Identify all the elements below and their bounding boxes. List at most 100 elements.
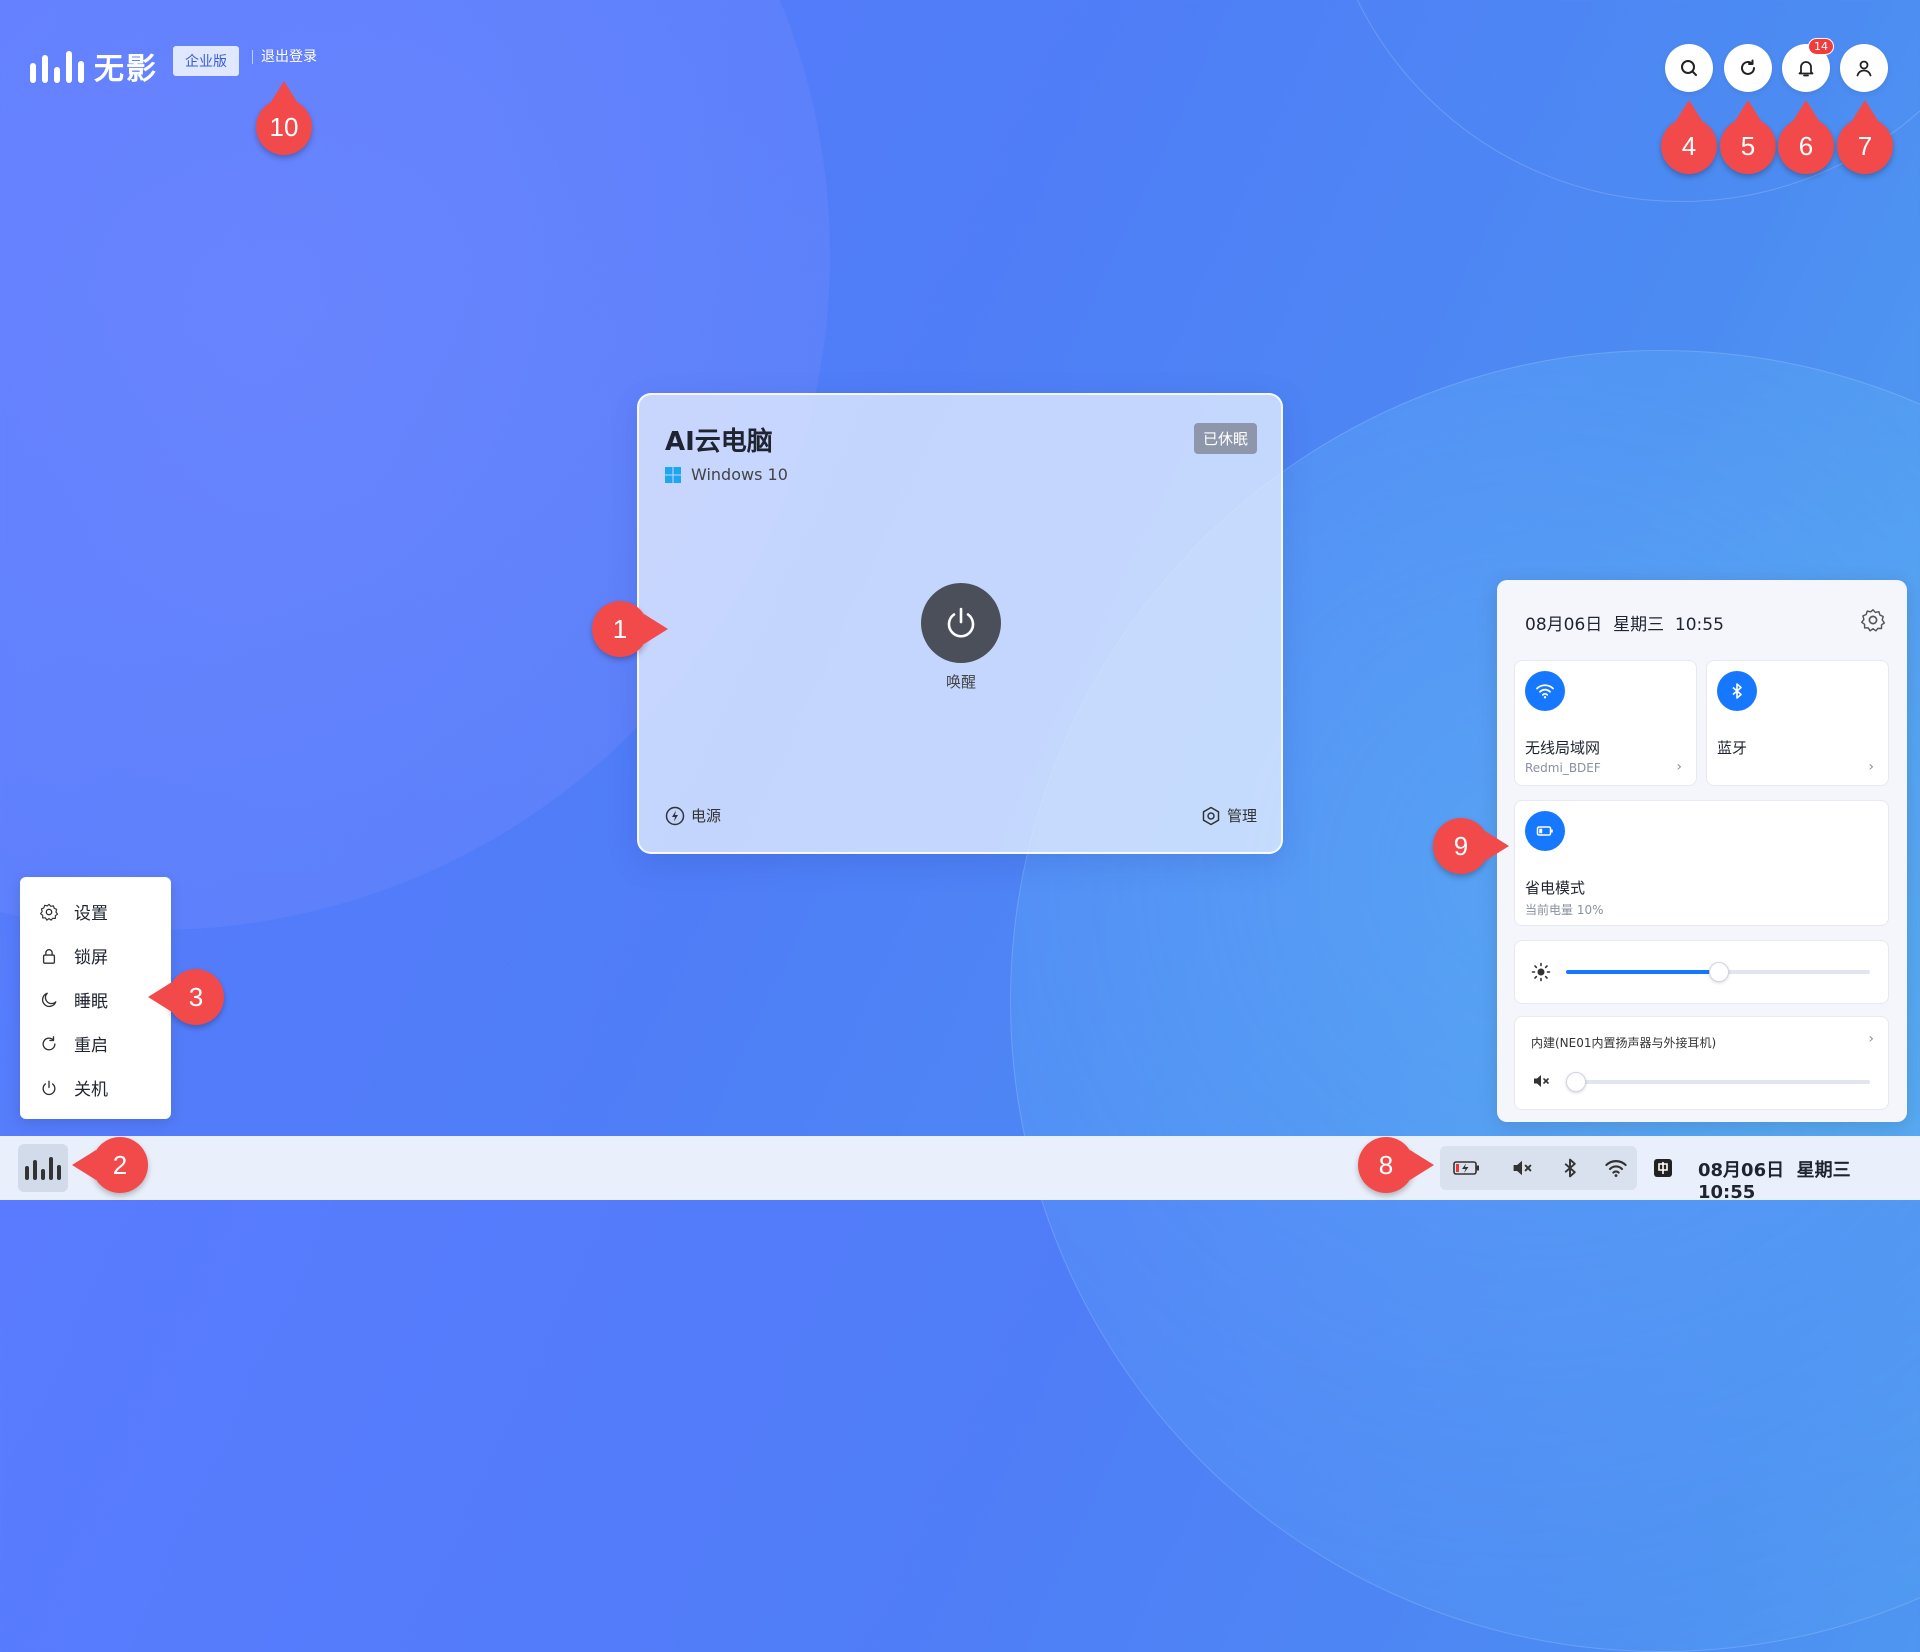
audio-tile: 内建(NE01内置扬声器与外接耳机) › (1514, 1016, 1889, 1110)
marker-number: 9 (1453, 830, 1469, 861)
marker-number: 5 (1740, 130, 1756, 161)
menu-item-shutdown[interactable]: 关机 (40, 1075, 108, 1100)
panel-datetime: 08月06日 星期三 10:55 (1525, 610, 1724, 635)
power-saving-toggle[interactable] (1525, 811, 1565, 851)
windows-icon (665, 466, 681, 483)
logo-mark-icon (30, 49, 84, 83)
brightness-thumb[interactable] (1709, 962, 1729, 982)
annotation-marker-5: 5 (1720, 100, 1776, 174)
wifi-tile[interactable]: 无线局域网 Redmi_BDEF › (1514, 660, 1697, 786)
annotation-marker-7: 7 (1837, 100, 1893, 174)
card-title: AI云电脑 (665, 427, 773, 457)
taskbar-clock[interactable]: 08月06日 星期三 10:55 (1698, 1156, 1920, 1203)
mute-icon[interactable] (1510, 1156, 1534, 1180)
panel-weekday: 星期三 (1613, 615, 1665, 635)
bluetooth-icon (1732, 683, 1742, 699)
bluetooth-tile[interactable]: 蓝牙 › (1706, 660, 1889, 786)
power-icon (42, 1080, 56, 1095)
wifi-network: Redmi_BDEF (1525, 761, 1601, 775)
volume-thumb[interactable] (1566, 1072, 1586, 1092)
power-saving-tile[interactable]: 省电模式 当前电量 10% (1514, 800, 1889, 926)
taskbar: 08月06日 星期三 10:55 (0, 1136, 1920, 1203)
menu-label-restart: 重启 (74, 1036, 108, 1056)
edition-badge: 企业版 (173, 46, 239, 76)
status-badge: 已休眠 (1193, 423, 1257, 454)
brightness-fill (1566, 970, 1718, 974)
annotation-marker-1: 1 (592, 601, 668, 657)
chevron-right-icon: › (1868, 759, 1874, 775)
logo-mark-icon (25, 1156, 61, 1180)
brightness-slider[interactable] (1566, 962, 1870, 982)
wake-button[interactable] (921, 583, 1001, 663)
brightness-tile (1514, 940, 1889, 1004)
marker-number: 10 (269, 111, 299, 142)
annotation-marker-4: 4 (1661, 100, 1717, 174)
wifi-icon (1536, 684, 1554, 699)
panel-date: 08月06日 (1525, 615, 1603, 635)
marker-number: 8 (1378, 1149, 1394, 1180)
input-method-icon[interactable] (1653, 1158, 1673, 1178)
power-menu-button[interactable]: 电源 (665, 805, 721, 826)
power-menu-label: 电源 (691, 807, 722, 825)
refresh-icon (1741, 59, 1755, 75)
battery-icon (1536, 826, 1553, 836)
brand-logo: 无影 (30, 44, 158, 88)
menu-label-settings: 设置 (74, 904, 108, 924)
bluetooth-toggle[interactable] (1717, 671, 1757, 711)
wake-label: 唤醒 (945, 673, 976, 691)
annotation-marker-8: 8 (1358, 1137, 1434, 1193)
gear-icon (40, 903, 58, 921)
bluetooth-icon[interactable] (1558, 1156, 1582, 1180)
moon-icon (41, 992, 57, 1007)
annotation-marker-2: 2 (72, 1137, 148, 1193)
settings-hex-icon (1202, 806, 1220, 825)
menu-item-sleep[interactable]: 睡眠 (40, 987, 108, 1012)
power-icon (947, 607, 975, 638)
sun-icon (1531, 962, 1551, 982)
start-button[interactable] (18, 1144, 68, 1192)
taskbar-date: 08月06日 (1698, 1160, 1785, 1181)
battery-level: 当前电量 10% (1525, 903, 1604, 917)
system-tray (1440, 1146, 1637, 1190)
search-button[interactable] (1665, 44, 1713, 92)
annotation-marker-9: 9 (1433, 818, 1509, 874)
os-name: Windows 10 (691, 465, 788, 484)
wifi-toggle[interactable] (1525, 671, 1565, 711)
annotation-marker-10: 10 (256, 81, 312, 155)
manage-button[interactable]: 管理 (1201, 805, 1257, 826)
wifi-label: 无线局域网 (1525, 739, 1601, 757)
menu-item-restart[interactable]: 重启 (40, 1031, 108, 1056)
refresh-button[interactable] (1724, 44, 1772, 92)
logo-text: 无影 (94, 52, 158, 87)
annotation-marker-3: 3 (148, 969, 224, 1025)
marker-number: 7 (1857, 130, 1873, 161)
manage-label: 管理 (1226, 807, 1257, 825)
audio-device-label[interactable]: 内建(NE01内置扬声器与外接耳机) (1531, 1034, 1716, 1051)
lightning-icon (665, 806, 685, 825)
menu-item-settings[interactable]: 设置 (40, 899, 108, 924)
user-button[interactable] (1840, 44, 1888, 92)
chevron-right-icon[interactable]: › (1868, 1031, 1874, 1047)
marker-number: 3 (188, 981, 204, 1012)
logout-link[interactable]: 退出登录 (252, 50, 317, 64)
menu-item-lock[interactable]: 锁屏 (40, 943, 108, 968)
bluetooth-label: 蓝牙 (1717, 739, 1748, 757)
gear-icon (1861, 609, 1886, 632)
notifications-button[interactable]: 14 (1782, 38, 1834, 92)
restart-icon (42, 1035, 56, 1050)
mute-icon[interactable] (1531, 1071, 1551, 1091)
marker-number: 2 (112, 1149, 128, 1180)
os-info: Windows 10 (665, 465, 788, 484)
annotation-marker-6: 6 (1778, 100, 1834, 174)
lock-icon (42, 948, 56, 964)
marker-number: 1 (612, 613, 628, 644)
menu-label-lock: 锁屏 (74, 948, 108, 968)
menu-label-shutdown: 关机 (74, 1080, 108, 1100)
volume-slider[interactable] (1566, 1072, 1870, 1092)
panel-settings-button[interactable] (1861, 608, 1886, 636)
power-saving-label: 省电模式 (1525, 879, 1586, 897)
cloud-pc-card[interactable]: AI云电脑 Windows 10 已休眠 唤醒 电源 管理 (637, 393, 1283, 854)
wifi-icon[interactable] (1604, 1156, 1628, 1180)
battery-charging-icon[interactable] (1452, 1156, 1482, 1180)
marker-number: 6 (1798, 130, 1814, 161)
